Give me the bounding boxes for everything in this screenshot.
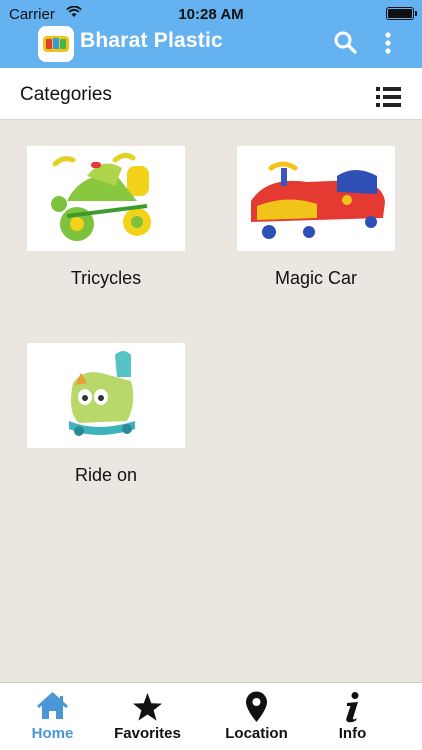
category-label: Tricycles [70,268,142,288]
category-card-magic-car[interactable]: Magic Car [237,146,395,289]
tab-info[interactable]: Info [300,683,405,750]
tricycle-image [27,146,185,251]
page-title: Categories [20,84,112,105]
home-icon [36,692,69,719]
magic-car-image [237,146,395,251]
tab-home[interactable]: Home [0,683,105,750]
app-title: Bharat Plastic [80,29,223,52]
category-label: Ride on [74,465,138,485]
status-bar: Carrier 10:28 AM [0,0,422,28]
categories-header: Categories [0,68,422,120]
app-header: Carrier 10:28 AM Bharat Plastic [0,0,422,68]
tab-label: Location [225,725,288,742]
category-card-tricycles[interactable]: Tricycles [27,146,185,289]
list-view-icon[interactable] [376,87,401,107]
tab-label: Home [31,725,74,742]
tab-location[interactable]: Location [204,683,309,750]
info-icon [346,692,359,723]
location-pin-icon [246,691,267,722]
star-icon [133,693,162,721]
battery-icon [386,7,417,20]
clock: 10:28 AM [178,6,244,23]
tab-label: Favorites [114,725,181,742]
tab-label: Info [338,725,367,742]
search-icon[interactable] [333,30,357,54]
app-logo [38,26,74,62]
category-card-ride-on[interactable]: Ride on [27,343,185,486]
ride-on-image [27,343,185,448]
category-label: Magic Car [274,268,358,288]
bottom-tab-bar: Home Favorites Location Info [0,682,422,750]
tab-favorites[interactable]: Favorites [95,683,200,750]
more-vertical-icon[interactable] [384,32,392,54]
